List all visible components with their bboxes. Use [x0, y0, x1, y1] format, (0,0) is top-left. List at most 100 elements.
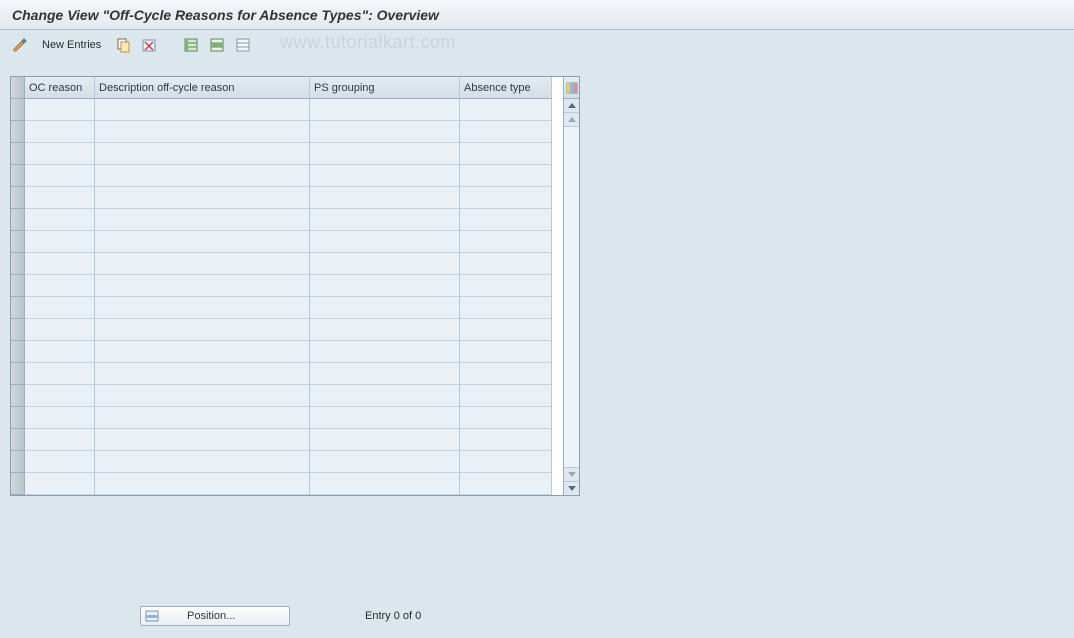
copy-button[interactable]	[113, 35, 133, 55]
cell-absence-type[interactable]	[460, 121, 552, 143]
row-selector[interactable]	[11, 165, 25, 187]
col-header-ps-grouping[interactable]: PS grouping	[310, 77, 460, 99]
cell-ps-grouping[interactable]	[310, 275, 460, 297]
cell-absence-type[interactable]	[460, 451, 552, 473]
cell-ps-grouping[interactable]	[310, 385, 460, 407]
cell-oc-reason[interactable]	[25, 231, 95, 253]
toggle-edit-button[interactable]	[10, 35, 30, 55]
cell-ps-grouping[interactable]	[310, 407, 460, 429]
cell-ps-grouping[interactable]	[310, 209, 460, 231]
cell-ps-grouping[interactable]	[310, 253, 460, 275]
position-button[interactable]: Position...	[140, 606, 290, 626]
cell-description[interactable]	[95, 385, 310, 407]
row-selector[interactable]	[11, 385, 25, 407]
col-header-absence-type[interactable]: Absence type	[460, 77, 552, 99]
cell-description[interactable]	[95, 275, 310, 297]
cell-absence-type[interactable]	[460, 363, 552, 385]
row-selector[interactable]	[11, 231, 25, 253]
cell-oc-reason[interactable]	[25, 429, 95, 451]
cell-ps-grouping[interactable]	[310, 99, 460, 121]
delete-button[interactable]	[139, 35, 159, 55]
row-selector[interactable]	[11, 451, 25, 473]
cell-absence-type[interactable]	[460, 143, 552, 165]
row-selector[interactable]	[11, 429, 25, 451]
row-selector[interactable]	[11, 341, 25, 363]
cell-description[interactable]	[95, 253, 310, 275]
cell-absence-type[interactable]	[460, 297, 552, 319]
cell-description[interactable]	[95, 407, 310, 429]
cell-ps-grouping[interactable]	[310, 297, 460, 319]
cell-ps-grouping[interactable]	[310, 341, 460, 363]
cell-absence-type[interactable]	[460, 385, 552, 407]
cell-oc-reason[interactable]	[25, 385, 95, 407]
cell-oc-reason[interactable]	[25, 473, 95, 495]
cell-ps-grouping[interactable]	[310, 451, 460, 473]
cell-oc-reason[interactable]	[25, 121, 95, 143]
cell-ps-grouping[interactable]	[310, 429, 460, 451]
cell-description[interactable]	[95, 99, 310, 121]
cell-absence-type[interactable]	[460, 341, 552, 363]
cell-absence-type[interactable]	[460, 99, 552, 121]
cell-absence-type[interactable]	[460, 187, 552, 209]
cell-description[interactable]	[95, 209, 310, 231]
cell-absence-type[interactable]	[460, 473, 552, 495]
row-selector[interactable]	[11, 187, 25, 209]
cell-description[interactable]	[95, 341, 310, 363]
cell-oc-reason[interactable]	[25, 451, 95, 473]
row-selector[interactable]	[11, 99, 25, 121]
cell-oc-reason[interactable]	[25, 319, 95, 341]
cell-absence-type[interactable]	[460, 231, 552, 253]
row-selector[interactable]	[11, 363, 25, 385]
cell-oc-reason[interactable]	[25, 363, 95, 385]
scroll-down-button[interactable]	[564, 481, 579, 495]
cell-oc-reason[interactable]	[25, 209, 95, 231]
cell-description[interactable]	[95, 363, 310, 385]
table-settings-button[interactable]	[564, 77, 579, 99]
cell-oc-reason[interactable]	[25, 143, 95, 165]
cell-ps-grouping[interactable]	[310, 143, 460, 165]
cell-ps-grouping[interactable]	[310, 363, 460, 385]
cell-description[interactable]	[95, 187, 310, 209]
cell-description[interactable]	[95, 451, 310, 473]
cell-oc-reason[interactable]	[25, 341, 95, 363]
row-selector[interactable]	[11, 275, 25, 297]
cell-oc-reason[interactable]	[25, 253, 95, 275]
row-selector[interactable]	[11, 143, 25, 165]
cell-oc-reason[interactable]	[25, 407, 95, 429]
cell-absence-type[interactable]	[460, 253, 552, 275]
row-selector[interactable]	[11, 121, 25, 143]
select-block-button[interactable]	[207, 35, 227, 55]
scroll-up-page-button[interactable]	[564, 113, 579, 127]
cell-description[interactable]	[95, 429, 310, 451]
cell-oc-reason[interactable]	[25, 99, 95, 121]
cell-absence-type[interactable]	[460, 275, 552, 297]
col-header-description[interactable]: Description off-cycle reason	[95, 77, 310, 99]
grid-corner[interactable]	[11, 77, 25, 99]
cell-absence-type[interactable]	[460, 319, 552, 341]
cell-description[interactable]	[95, 121, 310, 143]
scroll-track[interactable]	[564, 127, 579, 467]
select-all-button[interactable]	[181, 35, 201, 55]
cell-oc-reason[interactable]	[25, 297, 95, 319]
cell-description[interactable]	[95, 297, 310, 319]
cell-description[interactable]	[95, 473, 310, 495]
cell-description[interactable]	[95, 143, 310, 165]
cell-oc-reason[interactable]	[25, 165, 95, 187]
cell-oc-reason[interactable]	[25, 187, 95, 209]
row-selector[interactable]	[11, 297, 25, 319]
cell-description[interactable]	[95, 165, 310, 187]
cell-absence-type[interactable]	[460, 165, 552, 187]
cell-absence-type[interactable]	[460, 407, 552, 429]
row-selector[interactable]	[11, 407, 25, 429]
row-selector[interactable]	[11, 253, 25, 275]
cell-oc-reason[interactable]	[25, 275, 95, 297]
scroll-down-page-button[interactable]	[564, 467, 579, 481]
cell-ps-grouping[interactable]	[310, 473, 460, 495]
cell-absence-type[interactable]	[460, 209, 552, 231]
cell-ps-grouping[interactable]	[310, 231, 460, 253]
cell-absence-type[interactable]	[460, 429, 552, 451]
cell-description[interactable]	[95, 319, 310, 341]
cell-ps-grouping[interactable]	[310, 187, 460, 209]
cell-ps-grouping[interactable]	[310, 121, 460, 143]
cell-description[interactable]	[95, 231, 310, 253]
